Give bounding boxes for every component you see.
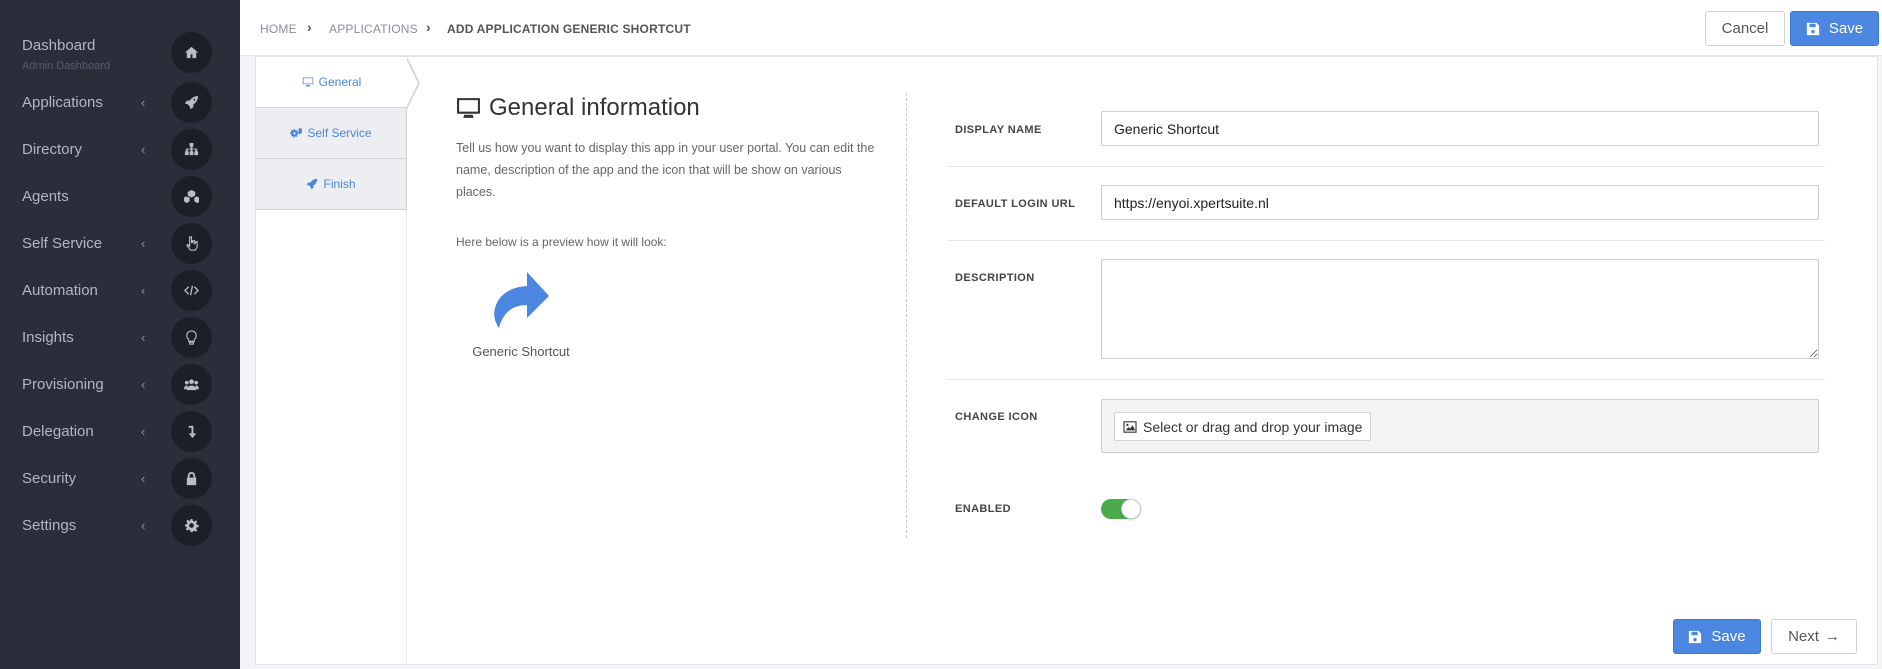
chevron-left-icon: ‹ xyxy=(141,236,146,251)
display-name-label: DISPLAY NAME xyxy=(955,124,1042,136)
sidebar-item-self-service[interactable]: Self Service ‹ xyxy=(0,220,240,267)
save-button[interactable]: Save xyxy=(1790,11,1879,46)
row-separator xyxy=(947,240,1825,241)
next-button[interactable]: Next → xyxy=(1771,619,1857,654)
chevron-left-icon: ‹ xyxy=(141,518,146,533)
floppy-disk-icon xyxy=(1689,630,1702,643)
step-label: Self Service xyxy=(307,126,372,140)
chevron-left-icon: ‹ xyxy=(141,283,146,298)
sidebar-item-sublabel: Admin Dashboard xyxy=(22,60,111,72)
desktop-icon xyxy=(457,97,480,118)
sidebar-item-label: Settings xyxy=(22,517,77,534)
step-label: General xyxy=(318,75,362,89)
sitemap-icon xyxy=(171,129,212,170)
sidebar-item-dashboard[interactable]: Dashboard Admin Dashboard xyxy=(0,28,240,75)
row-separator xyxy=(947,379,1825,380)
sidebar-item-provisioning[interactable]: Provisioning ‹ xyxy=(0,361,240,408)
row-separator xyxy=(947,166,1825,167)
section-description: Tell us how you want to display this app… xyxy=(456,141,875,199)
footer-save-button[interactable]: Save xyxy=(1673,619,1761,654)
lightbulb-icon xyxy=(171,317,212,358)
cubes-icon xyxy=(171,176,212,217)
step-label: Finish xyxy=(323,177,356,191)
rocket-icon xyxy=(307,178,318,190)
enabled-label: ENABLED xyxy=(955,503,1011,515)
description-textarea[interactable] xyxy=(1101,259,1819,359)
section-title-text: General information xyxy=(489,94,700,121)
hand-pointer-icon xyxy=(171,223,212,264)
sidebar-item-label: Dashboard xyxy=(22,37,96,54)
login-url-label: DEFAULT LOGIN URL xyxy=(955,198,1076,210)
sidebar-item-automation[interactable]: Automation ‹ xyxy=(0,267,240,314)
column-divider xyxy=(906,93,907,538)
cancel-button-label: Cancel xyxy=(1721,20,1769,37)
sidebar-item-settings[interactable]: Settings ‹ xyxy=(0,502,240,549)
arrow-right-icon: → xyxy=(1824,628,1840,645)
breadcrumb-applications[interactable]: APPLICATIONS xyxy=(329,22,418,36)
sidebar-item-directory[interactable]: Directory ‹ xyxy=(0,126,240,173)
sidebar-item-label: Automation xyxy=(22,282,98,299)
breadcrumb-separator: › xyxy=(307,19,312,35)
description-label: DESCRIPTION xyxy=(955,272,1035,284)
chevron-left-icon: ‹ xyxy=(141,330,146,345)
step-general[interactable]: General xyxy=(256,57,407,108)
sidebar-item-label: Delegation xyxy=(22,423,94,440)
rocket-icon xyxy=(171,82,212,123)
next-button-label: Next xyxy=(1788,628,1819,645)
image-dropzone[interactable]: Select or drag and drop your image xyxy=(1101,399,1819,453)
preview-text: Here below is a preview how it will look… xyxy=(456,235,667,249)
lock-icon xyxy=(171,458,212,499)
cogs-icon xyxy=(290,127,303,138)
share-arrow-icon xyxy=(491,270,551,336)
login-url-input[interactable] xyxy=(1101,185,1819,220)
change-icon-label: CHANGE ICON xyxy=(955,411,1038,423)
chevron-left-icon: ‹ xyxy=(141,95,146,110)
sidebar-item-label: Applications xyxy=(22,94,103,111)
sidebar-item-agents[interactable]: Agents xyxy=(0,173,240,220)
image-icon xyxy=(1123,420,1137,433)
topbar: HOME › APPLICATIONS › ADD APPLICATION GE… xyxy=(240,0,1882,56)
chevron-left-icon: ‹ xyxy=(141,142,146,157)
sidebar-item-applications[interactable]: Applications ‹ xyxy=(0,79,240,126)
floppy-disk-icon xyxy=(1806,22,1820,35)
wizard-steps: General Self Service Finish xyxy=(256,57,420,664)
code-icon xyxy=(171,270,212,311)
breadcrumb-home[interactable]: HOME xyxy=(260,22,297,36)
chevron-left-icon: ‹ xyxy=(141,377,146,392)
cog-icon xyxy=(171,505,212,546)
step-arrow-inner xyxy=(406,58,418,108)
users-icon xyxy=(171,364,212,405)
enabled-toggle[interactable] xyxy=(1101,499,1141,519)
app-preview-name: Generic Shortcut xyxy=(472,344,570,359)
display-name-input[interactable] xyxy=(1101,111,1819,146)
breadcrumb-current: ADD APPLICATION GENERIC SHORTCUT xyxy=(447,22,691,36)
select-image-label: Select or drag and drop your image xyxy=(1143,418,1363,435)
sidebar-item-security[interactable]: Security ‹ xyxy=(0,455,240,502)
sidebar-item-label: Insights xyxy=(22,329,74,346)
select-image-button[interactable]: Select or drag and drop your image xyxy=(1114,412,1372,441)
sidebar-item-label: Agents xyxy=(22,188,69,205)
section-title: General information xyxy=(456,94,700,122)
step-self-service[interactable]: Self Service xyxy=(256,108,407,159)
sidebar-item-label: Provisioning xyxy=(22,376,104,393)
level-down-icon xyxy=(171,411,212,452)
save-button-label: Save xyxy=(1828,20,1864,37)
sidebar-item-delegation[interactable]: Delegation ‹ xyxy=(0,408,240,455)
chevron-left-icon: ‹ xyxy=(141,471,146,486)
step-finish[interactable]: Finish xyxy=(256,159,407,210)
cancel-button[interactable]: Cancel xyxy=(1705,11,1785,46)
home-icon xyxy=(171,32,212,73)
sidebar-item-insights[interactable]: Insights ‹ xyxy=(0,314,240,361)
chevron-left-icon: ‹ xyxy=(141,424,146,439)
footer-save-label: Save xyxy=(1711,628,1746,645)
breadcrumb-separator: › xyxy=(426,19,431,35)
sidebar: Dashboard Admin Dashboard Applications ‹… xyxy=(0,0,240,669)
desktop-icon xyxy=(302,77,313,87)
sidebar-item-label: Security xyxy=(22,470,77,487)
sidebar-item-label: Self Service xyxy=(22,235,103,252)
toggle-knob xyxy=(1121,499,1141,519)
sidebar-item-label: Directory xyxy=(22,141,83,158)
